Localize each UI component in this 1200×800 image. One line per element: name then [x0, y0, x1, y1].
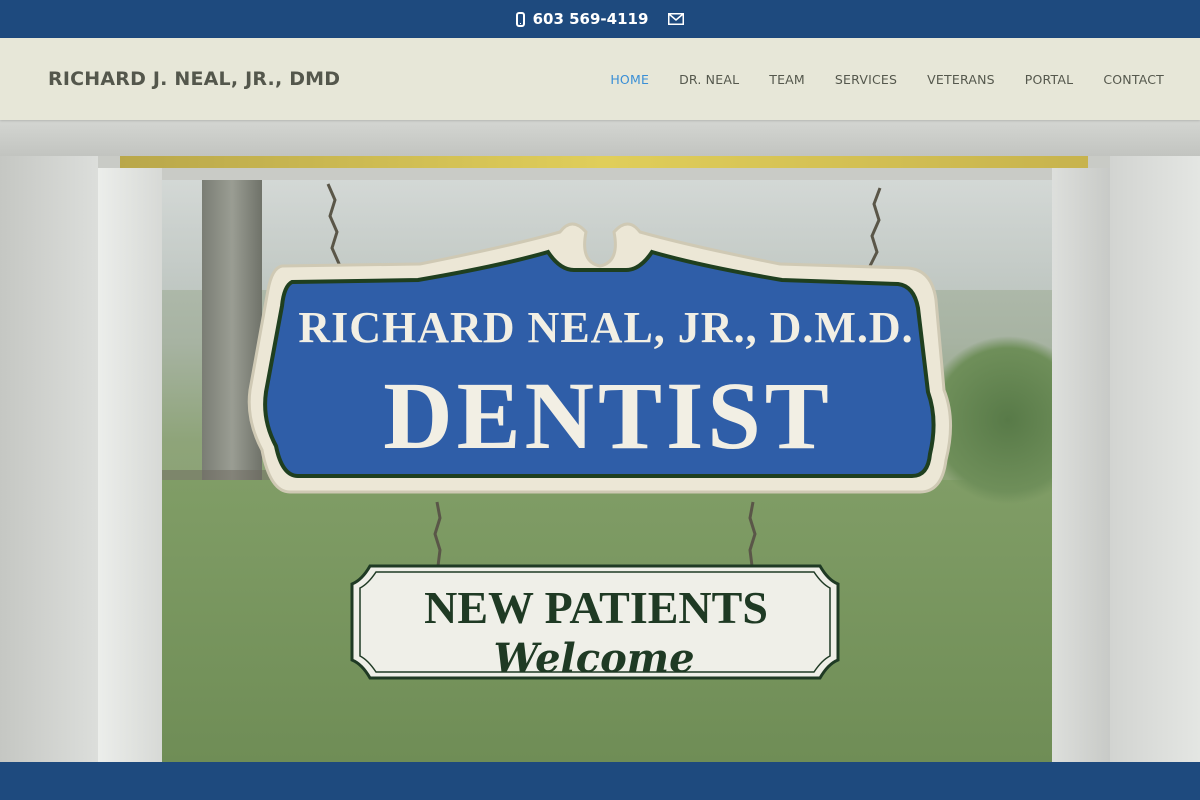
site-brand[interactable]: RICHARD J. NEAL, JR., DMD — [48, 68, 340, 90]
phone-number: 603 569-4119 — [532, 10, 649, 28]
nav-home[interactable]: HOME — [610, 72, 649, 87]
dentist-sign: RICHARD NEAL, JR., D.M.D. DENTIST NEW PA… — [247, 183, 953, 682]
sign-new-patients: NEW PATIENTS — [424, 582, 768, 633]
main-nav: HOME DR. NEAL TEAM SERVICES VETERANS POR… — [580, 72, 1164, 87]
nav-services[interactable]: SERVICES — [835, 72, 897, 87]
envelope-icon[interactable] — [668, 13, 685, 25]
nav-contact[interactable]: CONTACT — [1103, 72, 1164, 87]
site-header: RICHARD J. NEAL, JR., DMD HOME DR. NEAL … — [0, 38, 1200, 120]
nav-portal[interactable]: PORTAL — [1025, 72, 1074, 87]
top-contact-bar: 603 569-4119 — [0, 0, 1200, 38]
nav-veterans[interactable]: VETERANS — [927, 72, 995, 87]
sign-line-dentist: DENTIST — [383, 362, 833, 469]
hero-image: RICHARD NEAL, JR., D.M.D. DENTIST NEW PA… — [0, 120, 1200, 762]
nav-team[interactable]: TEAM — [769, 72, 805, 87]
bottom-bar — [0, 762, 1200, 800]
sign-line-name: RICHARD NEAL, JR., D.M.D. — [298, 303, 913, 352]
phone-link[interactable]: 603 569-4119 — [515, 10, 649, 28]
mobile-phone-icon — [515, 11, 525, 27]
nav-dr-neal[interactable]: DR. NEAL — [679, 72, 739, 87]
sign-welcome: Welcome — [493, 635, 694, 682]
